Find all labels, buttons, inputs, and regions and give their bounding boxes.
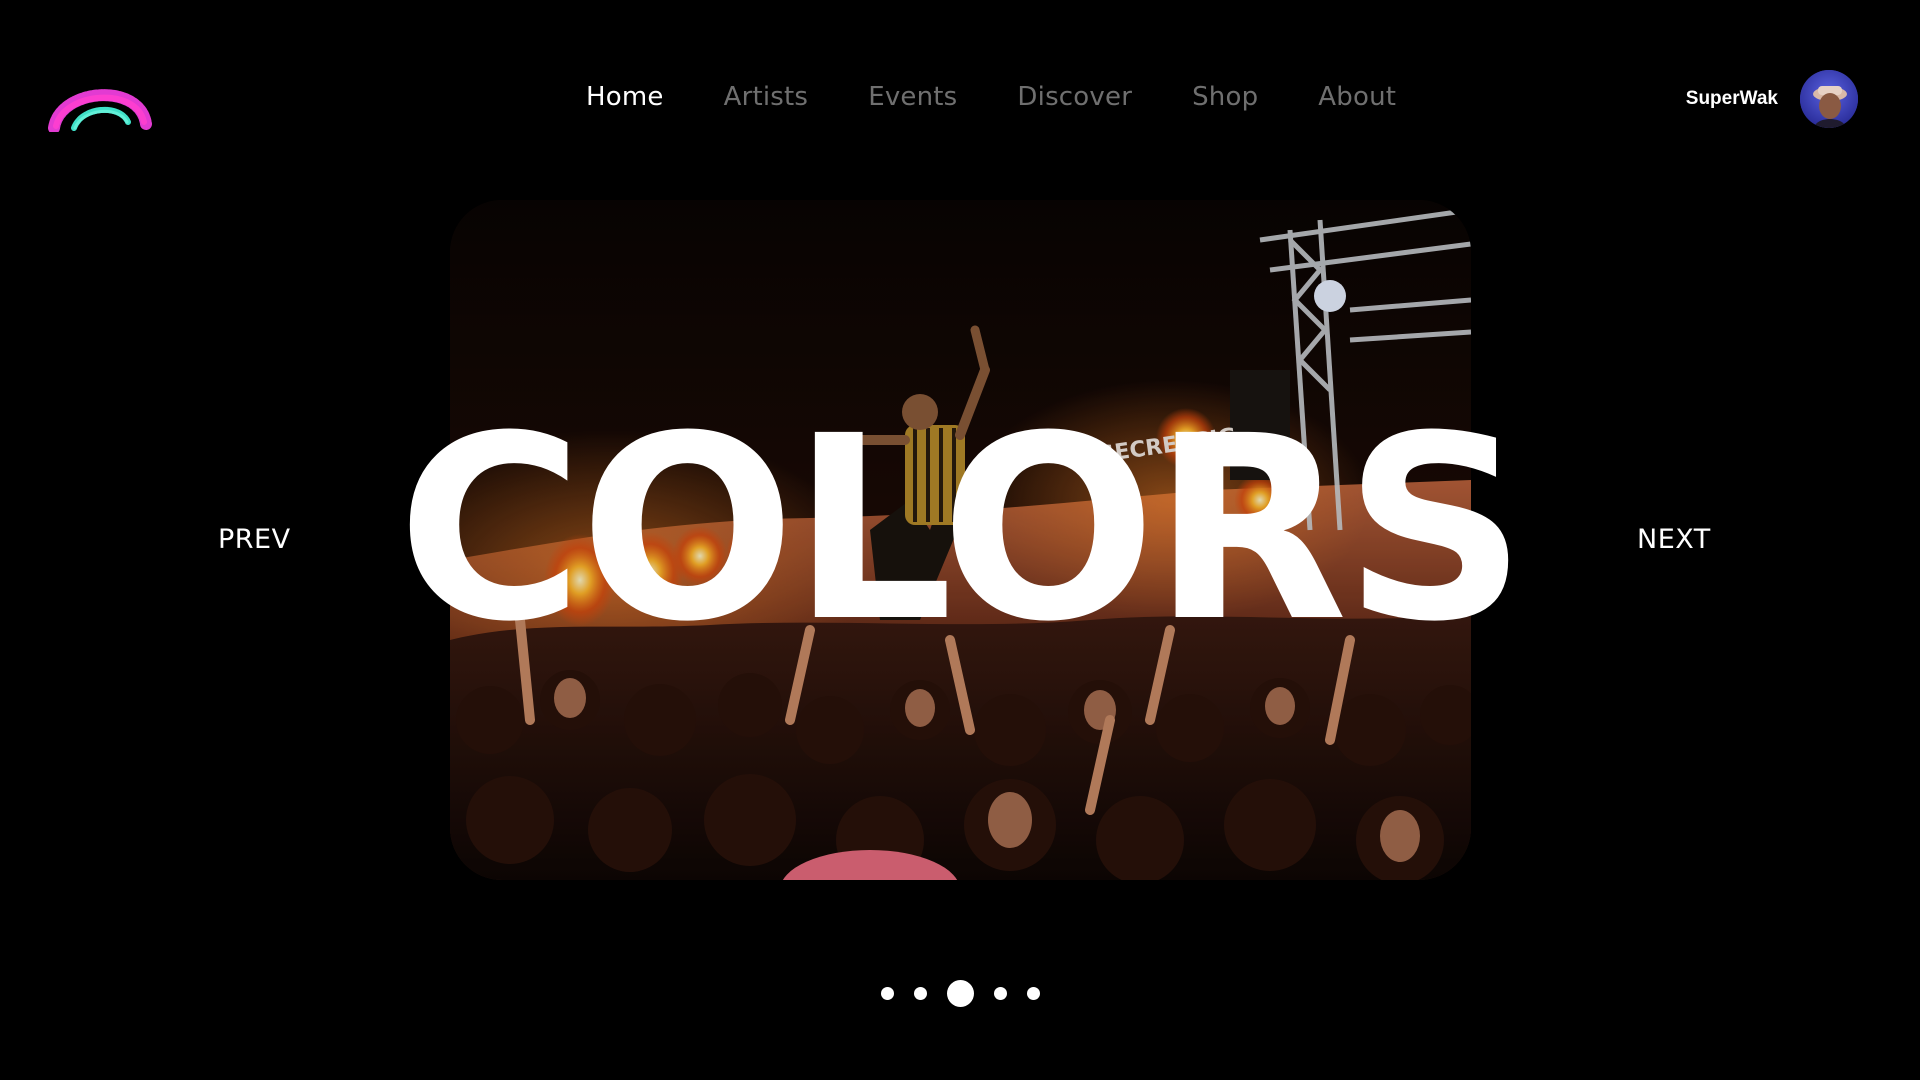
- username-label: SuperWak: [1685, 88, 1778, 109]
- brand-logo-icon[interactable]: [48, 70, 152, 134]
- pager-dot-4[interactable]: [993, 987, 1007, 1000]
- prev-button[interactable]: PREV: [218, 524, 291, 555]
- user-menu[interactable]: SuperWak: [1686, 70, 1858, 128]
- pager-dot-5[interactable]: [1026, 987, 1040, 1000]
- concert-crowd-image: SECRETGIG: [450, 200, 1471, 880]
- pager-dot-3[interactable]: [946, 980, 974, 1007]
- next-button[interactable]: NEXT: [1637, 524, 1711, 555]
- nav-item-artists[interactable]: Artists: [724, 82, 809, 112]
- nav-item-about[interactable]: About: [1318, 82, 1396, 112]
- nav-item-shop[interactable]: Shop: [1192, 82, 1258, 112]
- nav-item-events[interactable]: Events: [868, 82, 957, 112]
- pager-dot-1[interactable]: [880, 987, 894, 1000]
- nav-item-home[interactable]: Home: [586, 82, 664, 112]
- main-nav: Home Artists Events Discover Shop About: [586, 82, 1396, 112]
- pager-dot-2[interactable]: [913, 987, 927, 1000]
- user-avatar[interactable]: [1800, 70, 1858, 128]
- page: Home Artists Events Discover Shop About …: [0, 0, 1920, 1080]
- carousel-pager: [0, 980, 1920, 1007]
- nav-item-discover[interactable]: Discover: [1017, 82, 1132, 112]
- hero-image-card: SECRETGIG: [450, 200, 1471, 880]
